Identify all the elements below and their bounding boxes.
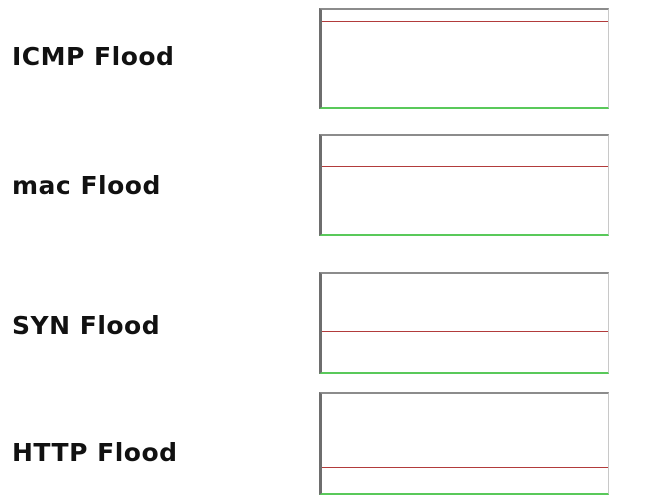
icmp-flood-graph	[319, 8, 609, 109]
icmp-flood-level-line	[322, 20, 608, 22]
syn-flood-label: SYN Flood	[12, 311, 161, 340]
syn-flood-graph	[319, 272, 609, 374]
http-flood-level-line	[322, 467, 608, 469]
syn-flood-level-line	[322, 330, 608, 332]
icmp-flood-label: ICMP Flood	[12, 42, 175, 71]
mac-flood-level-line	[322, 166, 608, 168]
http-flood-label: HTTP Flood	[12, 438, 178, 467]
http-flood-graph	[319, 392, 609, 495]
mac-flood-label: mac Flood	[12, 171, 161, 200]
mac-flood-graph	[319, 134, 609, 236]
